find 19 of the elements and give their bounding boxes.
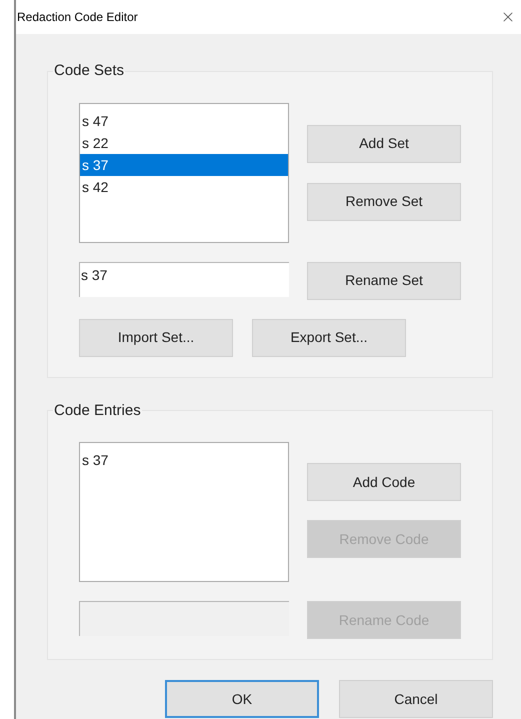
dialog-button[interactable]: Export Set... xyxy=(252,318,406,356)
list-item[interactable]: s 37 xyxy=(80,154,288,176)
group-label: Code Sets xyxy=(53,61,126,81)
dialog-button[interactable]: Remove Set xyxy=(307,182,461,220)
group-label: Code Entries xyxy=(53,400,142,420)
dialog-button[interactable]: Add Set xyxy=(307,124,461,162)
list-item[interactable]: s 37 xyxy=(80,449,288,471)
name-field[interactable]: s 37 xyxy=(79,262,289,296)
list-item[interactable]: s 22 xyxy=(80,132,288,154)
dialog-button[interactable]: Add Code xyxy=(307,463,461,501)
dialog-button[interactable]: OK xyxy=(165,680,319,718)
list-item[interactable]: s 47 xyxy=(80,110,288,132)
dialog-button[interactable]: Import Set... xyxy=(79,318,233,356)
list-item[interactable]: s 42 xyxy=(80,176,288,198)
window-title: Redaction Code Editor xyxy=(17,9,138,26)
list-box[interactable]: s 47 s 22 s 37 s 42 xyxy=(79,102,289,242)
dialog-button[interactable]: Rename Set xyxy=(307,262,461,300)
list-box[interactable]: s 37 xyxy=(79,442,289,582)
dialog-button[interactable]: Cancel xyxy=(339,680,493,718)
